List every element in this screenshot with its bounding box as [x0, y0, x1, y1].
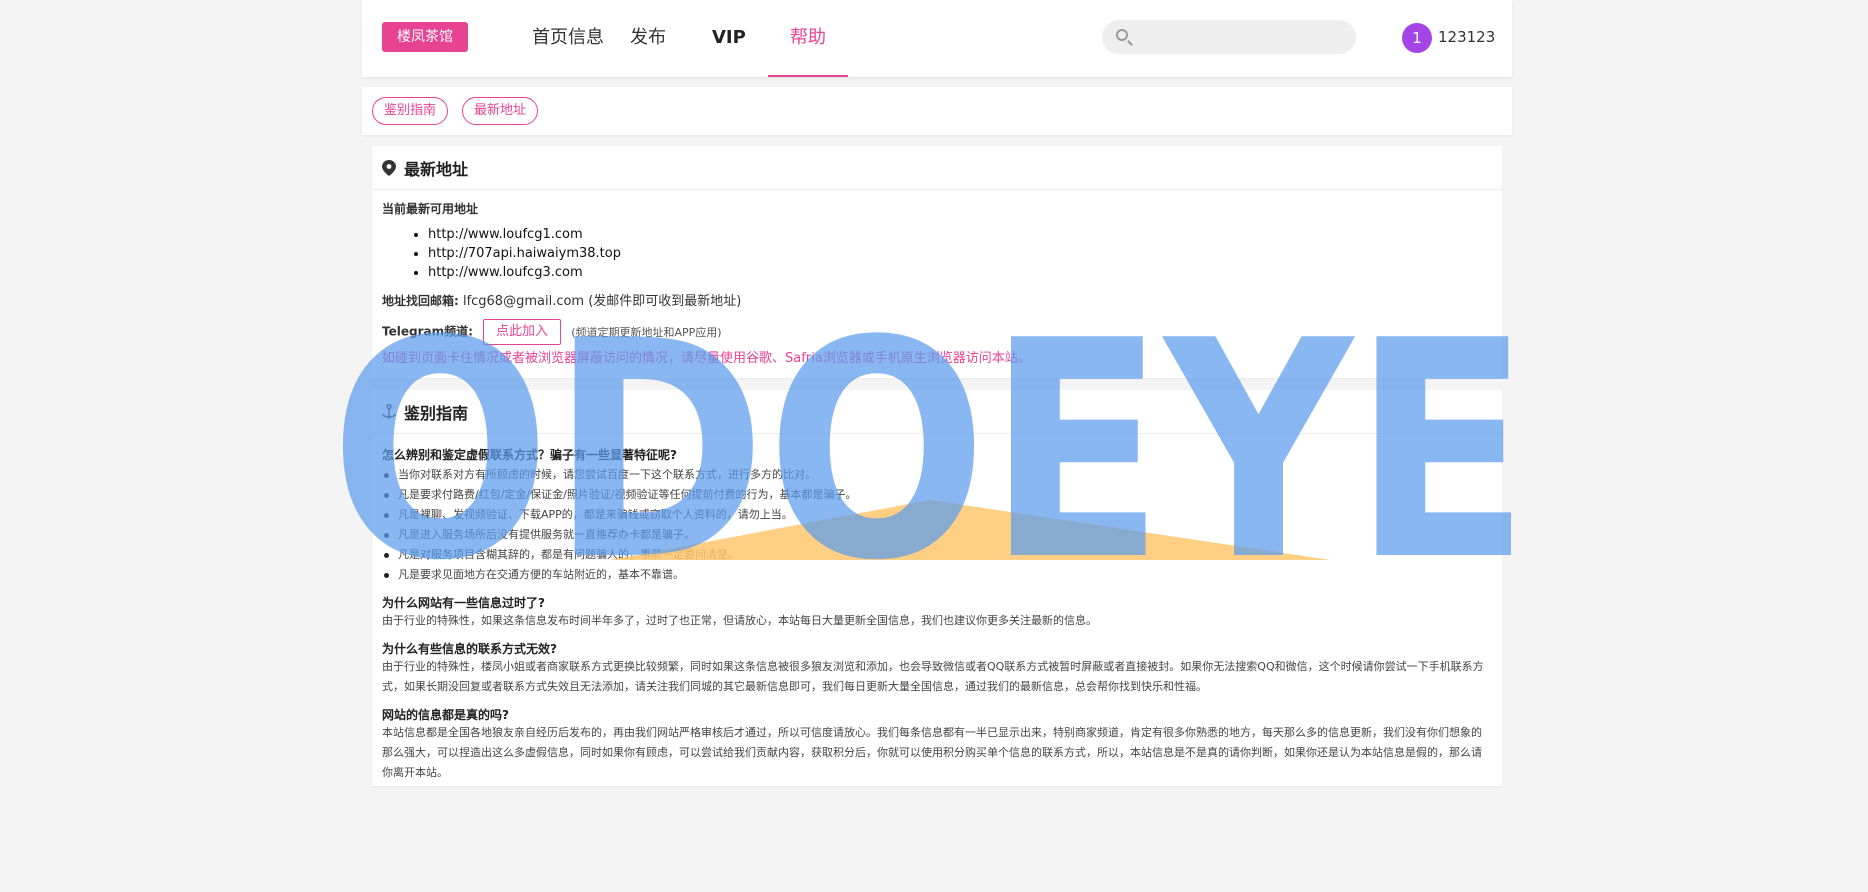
latest-address-title: 最新地址 — [404, 159, 469, 179]
faq-answer: 由于行业的特殊性，如果这条信息发布时间半年多了，过时了也正常，但请放心，本站每日… — [382, 614, 1097, 627]
email-value[interactable]: lfcg68@gmail.com — [463, 294, 584, 309]
guide-card: 鉴别指南 怎么辨别和鉴定虚假联系方式？骗子有一些显著特征呢? 当你对联系对方有所… — [372, 390, 1502, 786]
list-item: 凡是要求见面地方在交通方便的车站附近的，基本不靠谱。 — [382, 565, 1492, 585]
latest-address-header: 最新地址 — [372, 146, 1502, 190]
list-item: 当你对联系对方有所顾虑的时候，请您尝试百度一下这个联系方式，进行多方的比对。 — [382, 465, 1492, 485]
search-icon — [1116, 29, 1128, 41]
faq-question: 网站的信息都是真的吗? — [382, 708, 509, 722]
search-input[interactable] — [1142, 20, 1342, 54]
guide-title: 鉴别指南 — [404, 403, 469, 423]
avatar[interactable]: 1 — [1402, 23, 1432, 53]
telegram-join-button[interactable]: 点此加入 — [483, 319, 562, 345]
sub-nav: 鉴别指南 最新地址 — [362, 87, 1512, 135]
scam-tips-list: 当你对联系对方有所顾虑的时候，请您尝试百度一下这个联系方式，进行多方的比对。 凡… — [382, 465, 1492, 585]
url-item[interactable]: http://www.loufcg1.com — [428, 225, 1492, 244]
brand-logo[interactable]: 楼凤茶馆 — [382, 22, 468, 52]
search-box[interactable] — [1102, 20, 1356, 54]
telegram-note: (频道定期更新地址和APP应用) — [571, 325, 722, 339]
latest-address-card: 最新地址 当前最新可用地址 http://www.loufcg1.com htt… — [372, 146, 1502, 378]
pill-latest-address[interactable]: 最新地址 — [462, 97, 539, 125]
anchor-icon — [382, 403, 396, 419]
telegram-label: Telegram频道: — [382, 324, 473, 339]
list-item: 凡是要求付路费/红包/定金/保证金/照片验证/视频验证等任何提前付费的行为，基本… — [382, 485, 1492, 505]
list-item: 凡是进入服务场所后没有提供服务就一直推荐办卡都是骗子。 — [382, 525, 1492, 545]
email-label: 地址找回邮箱: — [382, 294, 459, 308]
url-item[interactable]: http://www.loufcg3.com — [428, 263, 1492, 282]
list-item: 凡是对服务项目含糊其辞的，都是有问题骗人的，事前一定要问清楚。 — [382, 545, 1492, 565]
faq-question: 为什么有些信息的联系方式无效? — [382, 642, 557, 656]
url-list: http://www.loufcg1.com http://707api.hai… — [382, 225, 1492, 282]
faq-answer: 由于行业的特殊性，楼凤小姐或者商家联系方式更换比较频繁，同时如果这条信息被很多狼… — [382, 660, 1484, 693]
faq-question: 怎么辨别和鉴定虚假联系方式？骗子有一些显著特征呢? — [382, 448, 677, 462]
nav-home[interactable]: 首页信息 — [532, 0, 604, 77]
nav-vip[interactable]: VIP — [712, 0, 746, 77]
nav-publish[interactable]: 发布 — [630, 0, 666, 77]
email-note: (发邮件即可收到最新地址) — [588, 294, 742, 309]
faq-question: 为什么网站有一些信息过时了? — [382, 596, 545, 610]
current-address-label: 当前最新可用地址 — [382, 202, 479, 216]
guide-header: 鉴别指南 — [372, 390, 1502, 434]
email-row: 地址找回邮箱: lfcg68@gmail.com (发邮件即可收到最新地址) — [382, 292, 1492, 311]
guide-body: 怎么辨别和鉴定虚假联系方式？骗子有一些显著特征呢? 当你对联系对方有所顾虑的时候… — [372, 434, 1502, 793]
location-pin-icon — [382, 159, 396, 176]
username[interactable]: 123123 — [1438, 28, 1495, 46]
top-header: 楼凤茶馆 首页信息 发布 VIP 帮助 1 123123 — [362, 0, 1512, 77]
url-item[interactable]: http://707api.haiwaiym38.top — [428, 244, 1492, 263]
list-item: 凡是裸聊、发视频验证、下载APP的，都是来骗钱或窃取个人资料的，请勿上当。 — [382, 505, 1492, 525]
faq-answer: 本站信息都是全国各地狼友亲自经历后发布的，再由我们网站严格审核后才通过，所以可信… — [382, 726, 1482, 779]
telegram-row: Telegram频道: 点此加入 (频道定期更新地址和APP应用) — [382, 319, 1492, 345]
latest-address-body: 当前最新可用地址 http://www.loufcg1.com http://7… — [372, 190, 1502, 376]
browser-warning: 如碰到页面卡住情况或者被浏览器屏蔽访问的情况，请尽量使用谷歌、Safria浏览器… — [382, 351, 1031, 366]
pill-guide[interactable]: 鉴别指南 — [372, 97, 449, 125]
nav-help[interactable]: 帮助 — [768, 0, 848, 77]
